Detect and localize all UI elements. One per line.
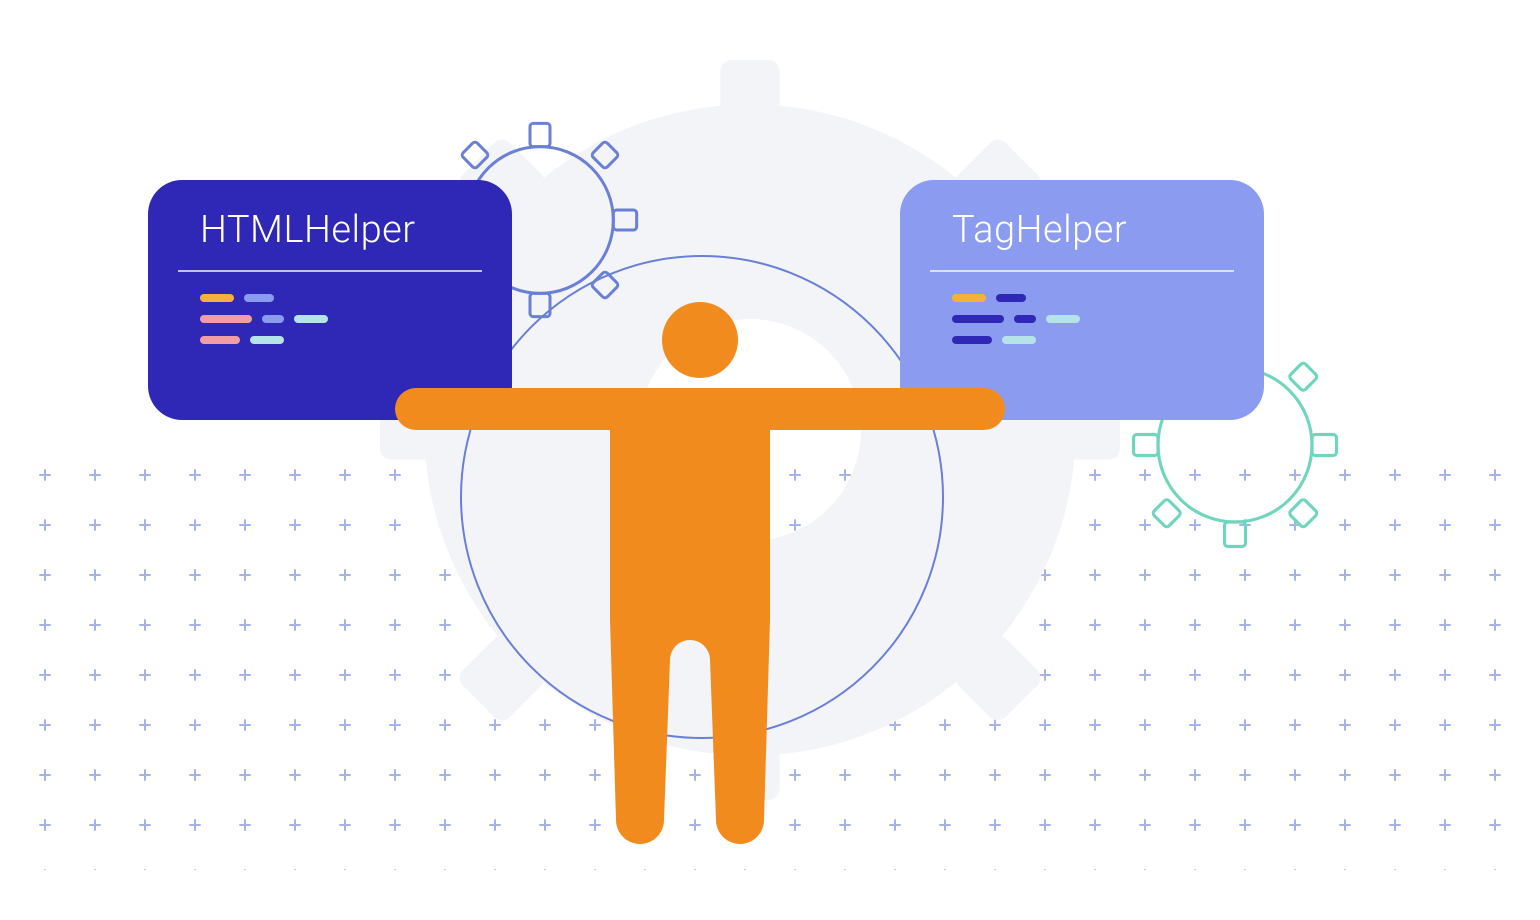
illustration-stage: HTMLHelper TagHelper	[0, 0, 1540, 920]
code-snippet-left	[148, 294, 512, 345]
code-line	[200, 294, 512, 303]
code-segment	[1046, 315, 1080, 323]
code-segment	[262, 315, 284, 323]
code-line	[952, 294, 1264, 303]
tag-helper-title: TagHelper	[900, 180, 1264, 270]
big-gear-icon	[380, 60, 1120, 800]
code-segment	[1014, 315, 1036, 323]
code-segment	[244, 294, 274, 302]
code-line	[200, 336, 512, 345]
code-line	[200, 315, 512, 324]
code-segment	[952, 294, 986, 302]
dotted-plus-grid	[20, 450, 1520, 870]
code-segment	[200, 336, 240, 344]
code-segment	[250, 336, 284, 344]
code-segment	[996, 294, 1026, 302]
html-helper-title: HTMLHelper	[148, 180, 512, 270]
halo-circle	[460, 255, 944, 739]
card-divider	[178, 270, 482, 272]
code-segment	[200, 315, 252, 323]
code-segment	[952, 315, 1004, 323]
html-helper-card: HTMLHelper	[148, 180, 512, 420]
code-segment	[294, 315, 328, 323]
code-snippet-right	[900, 294, 1264, 345]
code-line	[952, 315, 1264, 324]
code-segment	[200, 294, 234, 302]
code-line	[952, 336, 1264, 345]
code-segment	[1002, 336, 1036, 344]
code-segment	[952, 336, 992, 344]
card-divider	[930, 270, 1234, 272]
tag-helper-card: TagHelper	[900, 180, 1264, 420]
